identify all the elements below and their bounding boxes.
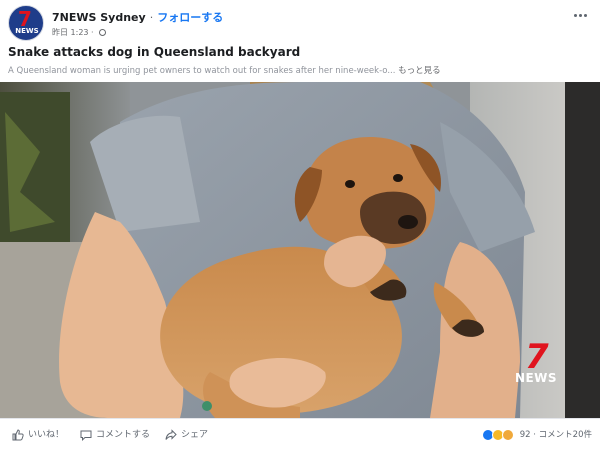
share-button[interactable]: シェア — [165, 428, 208, 442]
like-button[interactable]: いいね！ — [12, 428, 64, 442]
post-timestamp[interactable]: 昨日 1:23 · — [52, 28, 94, 37]
video-player[interactable]: 7 NEWS — [0, 82, 600, 418]
post-description: A Queensland woman is urging pet owners … — [8, 64, 441, 76]
comment-count[interactable]: · コメント20件 — [533, 430, 592, 440]
post-header: 7 NEWS 7NEWS Sydney · フォローする 昨日 1:23 · — [0, 0, 600, 41]
action-bar: いいね！ コメントする シェア 92 · コメント20件 — [0, 418, 600, 451]
share-label: シェア — [181, 430, 209, 440]
like-label: いいね！ — [28, 430, 65, 440]
page-avatar[interactable]: 7 NEWS — [8, 5, 44, 41]
news-brand-logo: 7 NEWS — [504, 340, 568, 386]
reaction-count: 92 — [519, 430, 531, 440]
sad-reaction-icon — [502, 428, 515, 441]
globe-icon — [99, 29, 107, 36]
separator: · — [149, 11, 154, 24]
description-text: A Queensland woman is urging pet owners … — [8, 66, 396, 76]
thumbs-up-icon — [12, 428, 24, 440]
avatar-logo-text: NEWS — [15, 27, 39, 35]
author-line: 7NEWS Sydney · フォローする — [52, 9, 223, 25]
author-name[interactable]: 7NEWS Sydney — [52, 11, 146, 24]
avatar-logo-number: 7 — [18, 7, 32, 31]
see-more-link[interactable]: もっと見る — [398, 66, 441, 76]
post-title[interactable]: Snake attacks dog in Queensland backyard — [8, 45, 300, 59]
comment-icon — [80, 430, 92, 441]
more-options-icon[interactable] — [572, 10, 590, 20]
post-meta: 昨日 1:23 · — [52, 27, 107, 38]
comment-button[interactable]: コメントする — [80, 428, 150, 442]
comment-label: コメントする — [96, 430, 151, 440]
share-icon — [165, 428, 177, 440]
brand-logo-text: NEWS — [514, 371, 558, 385]
reaction-summary[interactable]: 92 · コメント20件 — [482, 428, 592, 442]
brand-logo-number: 7 — [525, 337, 549, 377]
follow-button[interactable]: フォローする — [157, 11, 223, 24]
